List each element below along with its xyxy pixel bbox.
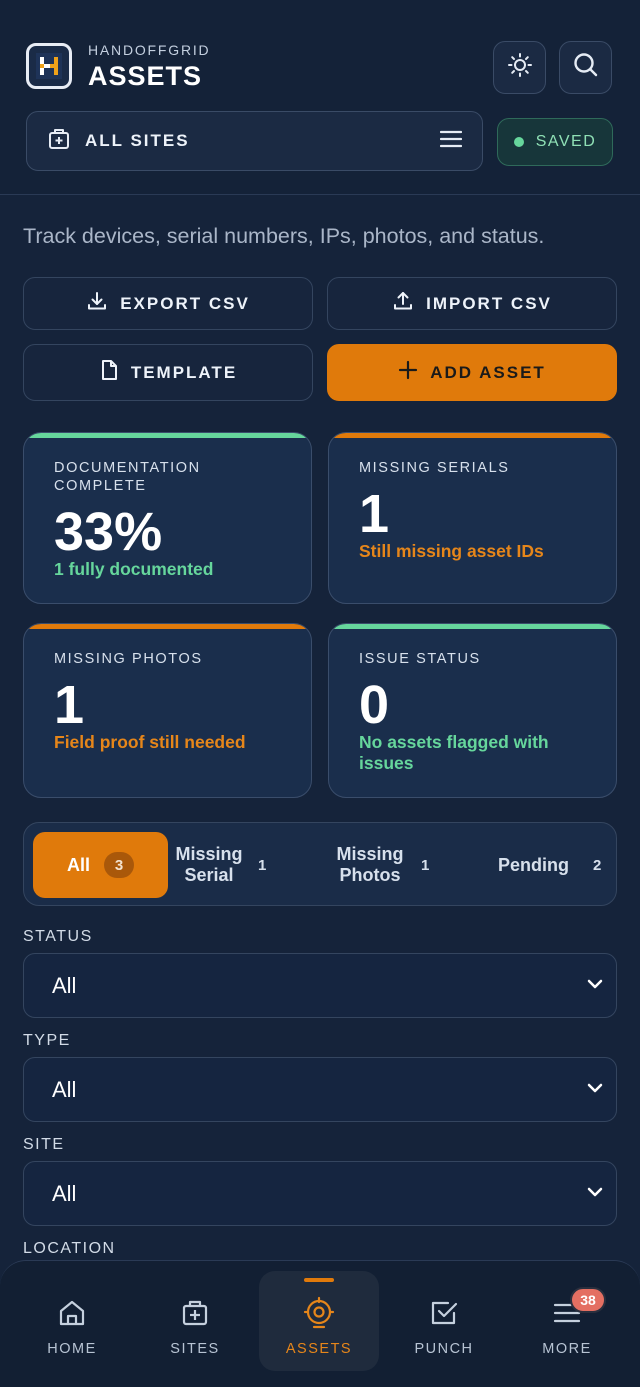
nav-home-label: HOME <box>47 1341 97 1357</box>
tab-all[interactable]: All 3 <box>33 832 168 898</box>
export-csv-label: EXPORT CSV <box>120 293 250 313</box>
import-csv-label: IMPORT CSV <box>426 293 552 313</box>
site-filter-select[interactable]: All <box>23 1161 617 1226</box>
card-accent-bar <box>24 624 311 629</box>
download-icon <box>86 290 108 317</box>
app-header: HANDOFFGRID ASSETS ALL SITES SAVED <box>0 0 640 195</box>
chevron-down-icon <box>586 977 604 995</box>
template-label: TEMPLATE <box>130 362 238 382</box>
document-icon <box>99 359 119 386</box>
building-icon <box>47 127 71 156</box>
bottom-navigation: HOME SITES ASSETS PUNCH MORE 38 <box>0 1260 640 1387</box>
home-icon <box>57 1295 87 1331</box>
chevron-down-icon <box>586 1081 604 1099</box>
tab-pending[interactable]: Pending 2 <box>498 832 601 898</box>
tab-label: Pending <box>498 854 569 875</box>
status-filter-value: All <box>52 972 77 998</box>
plus-icon <box>398 360 418 385</box>
stat-subtitle: 1 fully documented <box>54 559 214 579</box>
tab-count: 2 <box>593 856 602 874</box>
search-button[interactable] <box>559 41 612 94</box>
stat-title: MISSING PHOTOS <box>54 651 203 667</box>
stat-subtitle: Field proof still needed <box>54 732 246 752</box>
add-asset-button[interactable]: ADD ASSET <box>327 344 617 401</box>
nav-assets[interactable]: ASSETS <box>259 1271 379 1371</box>
filter-tabs: All 3 Missing Serial 1 Missing Photos 1 … <box>23 822 617 906</box>
stat-card-issue-status: ISSUE STATUS 0 No assets flagged with is… <box>328 623 617 798</box>
stat-value: 1 <box>359 484 390 544</box>
stat-card-documentation: DOCUMENTATION COMPLETE 33% 1 fully docum… <box>23 432 312 604</box>
nav-more[interactable]: MORE <box>507 1271 627 1371</box>
target-icon <box>302 1295 336 1331</box>
type-filter-label: TYPE <box>23 1032 71 1049</box>
tab-count: 3 <box>104 852 134 878</box>
tab-label: All <box>66 854 90 875</box>
status-dot <box>513 137 524 147</box>
status-filter-select[interactable]: All <box>23 953 617 1018</box>
add-asset-label: ADD ASSET <box>430 362 546 382</box>
type-filter-select[interactable]: All <box>23 1057 617 1122</box>
page-description: Track devices, serial numbers, IPs, phot… <box>23 224 545 248</box>
stat-card-missing-serials: MISSING SERIALS 1 Still missing asset ID… <box>328 432 617 604</box>
saved-status-text: SAVED <box>535 133 597 150</box>
active-indicator <box>304 1278 334 1282</box>
location-filter-label: LOCATION <box>23 1240 116 1257</box>
notification-badge: 38 <box>570 1287 606 1313</box>
nav-home[interactable]: HOME <box>12 1271 132 1371</box>
card-accent-bar <box>24 433 311 438</box>
card-accent-bar <box>329 624 616 629</box>
theme-toggle-button[interactable] <box>493 41 546 94</box>
site-selector[interactable]: ALL SITES <box>26 111 483 171</box>
page-title: ASSETS <box>88 61 203 91</box>
building-icon <box>180 1295 210 1331</box>
site-filter-label: SITE <box>23 1136 65 1153</box>
saved-status-badge: SAVED <box>497 118 613 166</box>
search-icon <box>572 51 600 84</box>
stat-card-missing-photos: MISSING PHOTOS 1 Field proof still neede… <box>23 623 312 798</box>
stat-value: 1 <box>54 675 85 735</box>
tab-label: Missing Photos <box>336 844 404 885</box>
stat-title: DOCUMENTATION COMPLETE <box>54 460 201 494</box>
tab-count: 1 <box>421 856 430 874</box>
menu-icon <box>439 130 463 153</box>
upload-icon <box>392 290 414 317</box>
nav-more-label: MORE <box>542 1341 592 1357</box>
site-selector-label: ALL SITES <box>85 131 190 150</box>
type-filter-value: All <box>52 1076 77 1102</box>
nav-assets-label: ASSETS <box>285 1341 353 1357</box>
nav-punch-label: PUNCH <box>414 1341 474 1357</box>
stat-value: 33% <box>54 502 163 562</box>
stat-title: MISSING SERIALS <box>359 460 510 476</box>
chevron-down-icon <box>586 1185 604 1203</box>
stat-value: 0 <box>359 675 390 735</box>
tab-missing-photos[interactable]: Missing Photos 1 <box>333 832 429 898</box>
nav-punch[interactable]: PUNCH <box>384 1271 504 1371</box>
tab-missing-serial[interactable]: Missing Serial 1 <box>174 832 266 898</box>
card-accent-bar <box>329 433 616 438</box>
tab-label: Missing Serial <box>175 844 243 885</box>
nav-sites-label: SITES <box>170 1341 220 1357</box>
export-csv-button[interactable]: EXPORT CSV <box>23 277 313 330</box>
app-logo <box>26 43 72 89</box>
stat-subtitle: No assets flagged with issues <box>359 732 549 773</box>
status-filter-label: STATUS <box>23 928 93 945</box>
sun-icon <box>507 52 533 83</box>
stat-title: ISSUE STATUS <box>359 651 481 667</box>
brand-name: HANDOFFGRID <box>88 42 211 58</box>
stat-subtitle: Still missing asset IDs <box>359 541 544 561</box>
import-csv-button[interactable]: IMPORT CSV <box>327 277 617 330</box>
tab-count: 1 <box>258 856 267 874</box>
checkbox-icon <box>429 1295 459 1331</box>
template-button[interactable]: TEMPLATE <box>23 344 313 401</box>
site-filter-value: All <box>52 1180 77 1206</box>
nav-sites[interactable]: SITES <box>135 1271 255 1371</box>
